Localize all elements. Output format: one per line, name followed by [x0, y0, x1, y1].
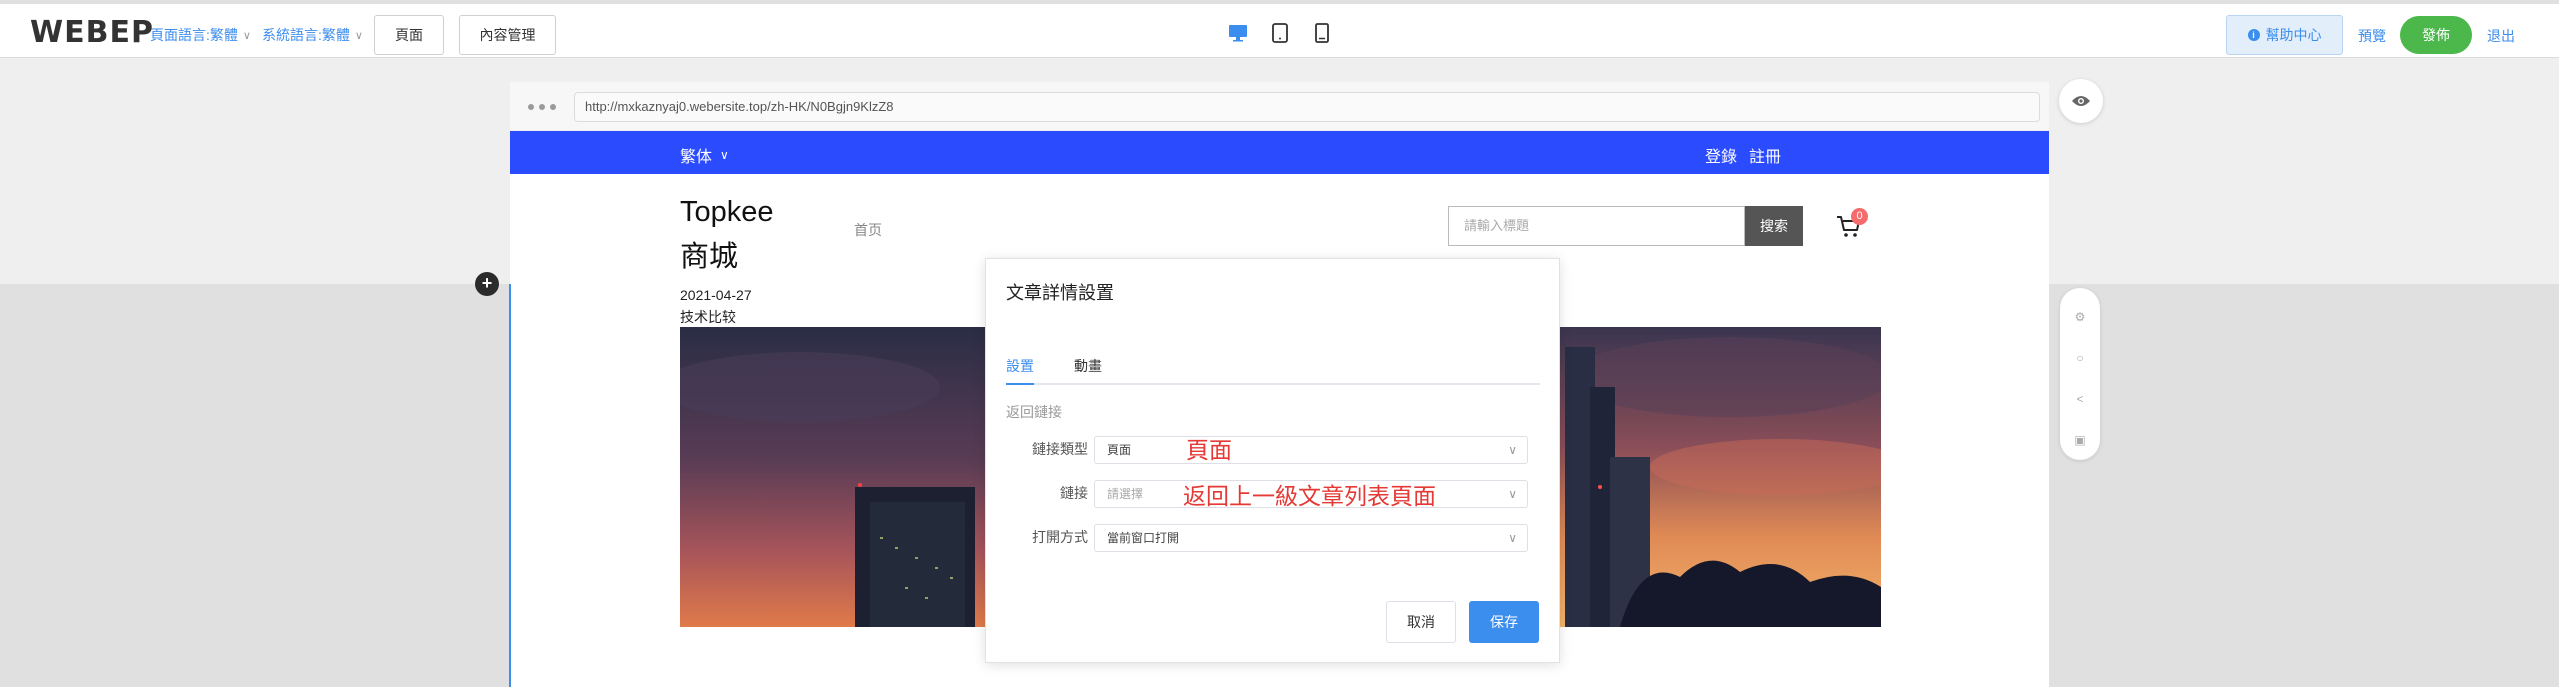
help-center-label: 幫助中心 — [2265, 27, 2322, 43]
url-field[interactable]: http://mxkaznyaj0.webersite.top/zh-HK/N0… — [574, 92, 2040, 122]
annotation-link-type: 頁面 — [1186, 437, 1232, 463]
comment-icon[interactable]: ○ — [2073, 351, 2087, 365]
chevron-down-icon: ∨ — [1508, 443, 1517, 457]
return-link-section-label: 返回鏈接 — [1006, 404, 1062, 420]
dialog-tabs: 設置 動畫 — [1006, 349, 1540, 385]
gear-icon[interactable]: ⚙ — [2073, 310, 2087, 324]
add-block-button[interactable]: + — [475, 272, 499, 296]
link-type-select[interactable]: 頁面 ∨ — [1094, 436, 1528, 464]
selected-block-outline — [509, 284, 511, 687]
article-date: 2021-04-27 — [680, 287, 752, 303]
save-button[interactable]: 保存 — [1469, 601, 1539, 643]
tab-animation[interactable]: 動畫 — [1074, 349, 1102, 383]
register-link[interactable]: 註冊 — [1749, 143, 1781, 167]
site-home-link[interactable]: 首页 — [854, 220, 882, 240]
chevron-down-icon: ∨ — [242, 29, 251, 42]
link-type-label: 鏈接類型 — [1032, 441, 1088, 457]
eye-icon[interactable] — [2059, 79, 2103, 123]
article-category: 技术比较 — [680, 309, 736, 325]
browser-address-bar: http://mxkaznyaj0.webersite.top/zh-HK/N0… — [510, 82, 2049, 131]
site-search-input[interactable]: 請輸入標題 — [1448, 206, 1745, 246]
link-type-value: 頁面 — [1107, 443, 1132, 457]
site-brand[interactable]: Topkee 商城 — [680, 190, 774, 280]
open-method-label: 打開方式 — [1032, 529, 1088, 545]
mobile-icon[interactable] — [1310, 21, 1334, 45]
help-center-button[interactable]: i 幫助中心 — [2226, 15, 2343, 55]
tablet-icon[interactable] — [1268, 21, 1292, 45]
article-detail-settings-dialog: 文章詳情設置 設置 動畫 返回鏈接 鏈接類型 頁面 ∨ 鏈接 請選擇 ∨ 打開方… — [985, 258, 1560, 663]
site-auth-links: 登錄 註冊 — [1705, 143, 1781, 167]
site-top-nav: 繁体 ∨ 登錄 註冊 — [510, 131, 2049, 174]
link-placeholder: 請選擇 — [1107, 487, 1144, 501]
tab-settings[interactable]: 設置 — [1006, 349, 1034, 385]
open-method-select[interactable]: 當前窗口打開 ∨ — [1094, 524, 1528, 552]
logo-text: WEBEP — [30, 15, 154, 50]
chevron-down-icon: ∨ — [1508, 531, 1517, 545]
page-button[interactable]: 頁面 — [374, 15, 444, 55]
link-label: 鏈接 — [1060, 485, 1088, 501]
desktop-icon[interactable] — [1226, 21, 1250, 45]
preview-link[interactable]: 預覽 — [2358, 26, 2386, 46]
info-icon: i — [2247, 29, 2260, 41]
system-language-select[interactable]: 系統語言:繁體 ∨ — [262, 25, 363, 45]
open-method-value: 當前窗口打開 — [1107, 531, 1180, 545]
share-icon[interactable]: < — [2073, 392, 2087, 406]
system-language-label: 系統語言:繁體 — [262, 27, 350, 43]
publish-button[interactable]: 發佈 — [2400, 16, 2472, 54]
page-language-label: 頁面語言:繁體 — [150, 27, 238, 43]
logout-link[interactable]: 退出 — [2487, 26, 2515, 46]
chevron-down-icon: ∨ — [354, 29, 363, 42]
content-management-button[interactable]: 內容管理 — [459, 15, 556, 55]
dialog-title: 文章詳情設置 — [1006, 283, 1114, 303]
login-link[interactable]: 登錄 — [1705, 143, 1737, 167]
site-language-select[interactable]: 繁体 ∨ — [680, 143, 729, 167]
chevron-down-icon: ∨ — [720, 148, 729, 162]
site-search-button[interactable]: 搜索 — [1745, 206, 1803, 246]
trash-icon[interactable]: ▣ — [2073, 433, 2087, 447]
top-toolbar: WEBEP 頁面語言:繁體 ∨ 系統語言:繁體 ∨ 頁面 內容管理 i 幫助中心… — [0, 0, 2559, 58]
site-language-label: 繁体 — [680, 149, 713, 166]
brand-line-2: 商城 — [680, 241, 739, 273]
block-tools-panel: ⚙ ○ < ▣ — [2060, 288, 2100, 460]
annotation-link-target: 返回上一級文章列表頁面 — [1183, 483, 1436, 509]
webep-logo[interactable]: WEBEP — [30, 18, 154, 48]
cancel-button[interactable]: 取消 — [1386, 601, 1456, 643]
cart-count-badge: 0 — [1851, 208, 1868, 225]
chevron-down-icon: ∨ — [1508, 487, 1517, 501]
browser-menu-dots-icon — [528, 104, 556, 110]
brand-line-1: Topkee — [680, 196, 774, 228]
page-language-select[interactable]: 頁面語言:繁體 ∨ — [150, 25, 251, 45]
